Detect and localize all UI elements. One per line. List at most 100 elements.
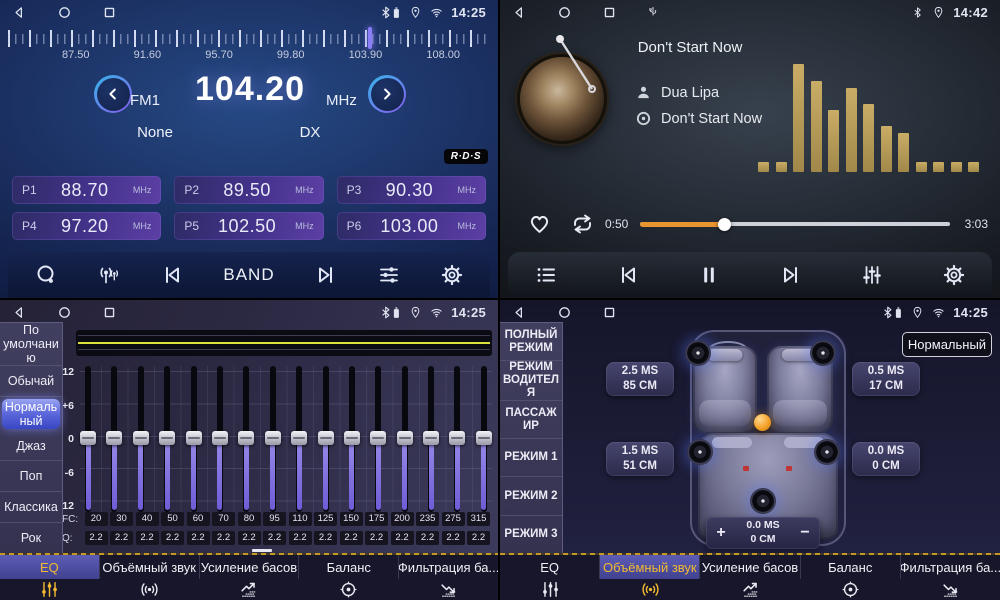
tab-bass-boost[interactable]: Усиление басов: [699, 555, 799, 579]
radio-preset-button[interactable]: P289.50MHz: [174, 176, 323, 204]
progress-thumb[interactable]: [718, 218, 731, 231]
eq-band-slider[interactable]: [397, 366, 413, 512]
eq-band-slider[interactable]: [370, 366, 386, 512]
equalizer-icon[interactable]: [860, 263, 884, 287]
recents-icon[interactable]: [602, 5, 617, 20]
slider-thumb[interactable]: [291, 431, 307, 445]
eq-band-slider[interactable]: [133, 366, 149, 512]
eq-preset-item[interactable]: Классика: [0, 492, 62, 523]
slider-thumb[interactable]: [133, 431, 149, 445]
eq-preset-item[interactable]: Поп: [0, 461, 62, 492]
radio-preset-button[interactable]: P188.70MHz: [12, 176, 161, 204]
frequency-scale[interactable]: 87.5091.6095.7099.80103.90108.00: [8, 30, 490, 66]
slider-thumb[interactable]: [423, 431, 439, 445]
back-icon[interactable]: [12, 305, 27, 320]
next-track-icon[interactable]: [779, 263, 803, 287]
slider-thumb[interactable]: [476, 431, 492, 445]
slider-thumb[interactable]: [80, 431, 96, 445]
slider-thumb[interactable]: [370, 431, 386, 445]
tab-bass-boost[interactable]: Усиление басов: [199, 555, 299, 579]
surround-sound-icon[interactable]: [600, 579, 700, 600]
bass-filter-icon[interactable]: [900, 579, 1000, 600]
eq-band-slider[interactable]: [212, 366, 228, 512]
slider-thumb[interactable]: [106, 431, 122, 445]
back-icon[interactable]: [512, 305, 527, 320]
slider-thumb[interactable]: [344, 431, 360, 445]
increase-delay-button[interactable]: +: [706, 524, 736, 542]
back-icon[interactable]: [12, 5, 27, 20]
seek-next-icon[interactable]: [314, 263, 338, 287]
listening-mode-item[interactable]: ПОЛНЫЙ РЕЖИМ: [500, 323, 562, 361]
slider-thumb[interactable]: [212, 431, 228, 445]
recents-icon[interactable]: [102, 305, 117, 320]
previous-track-icon[interactable]: [616, 263, 640, 287]
eq-preset-item[interactable]: Обычай: [0, 366, 62, 397]
bass-filter-icon[interactable]: [398, 579, 498, 600]
listening-mode-item[interactable]: РЕЖИМ 2: [500, 477, 562, 515]
rear-right-delay-button[interactable]: 0.0 MS 0 CM: [852, 442, 920, 476]
pause-icon[interactable]: [697, 263, 721, 287]
tab-eq-sliders[interactable]: EQ: [0, 555, 99, 579]
tune-up-button[interactable]: [368, 75, 406, 113]
listening-mode-item[interactable]: РЕЖИМ 3: [500, 516, 562, 553]
recents-icon[interactable]: [102, 5, 117, 20]
eq-band-slider[interactable]: [318, 366, 334, 512]
home-icon[interactable]: [557, 5, 572, 20]
broadcast-icon[interactable]: [97, 263, 121, 287]
front-right-delay-button[interactable]: 0.5 MS 17 CM: [852, 362, 920, 396]
scan-search-icon[interactable]: [34, 263, 58, 287]
eq-band-slider[interactable]: [291, 366, 307, 512]
home-icon[interactable]: [57, 305, 72, 320]
front-left-delay-button[interactable]: 2.5 MS 85 CM: [606, 362, 674, 396]
bass-boost-icon[interactable]: [199, 579, 299, 600]
eq-band-slider[interactable]: [106, 366, 122, 512]
radio-preset-button[interactable]: P497.20MHz: [12, 212, 161, 240]
tab-surround-sound[interactable]: Объёмный звук: [599, 555, 699, 579]
eq-band-slider[interactable]: [476, 366, 492, 512]
gear-icon[interactable]: [440, 263, 464, 287]
radio-preset-button[interactable]: P5102.50MHz: [174, 212, 323, 240]
tab-balance[interactable]: Баланс: [800, 555, 900, 579]
rear-left-delay-button[interactable]: 1.5 MS 51 CM: [606, 442, 674, 476]
progress-bar[interactable]: [640, 222, 950, 226]
slider-thumb[interactable]: [186, 431, 202, 445]
tab-eq-sliders[interactable]: EQ: [500, 555, 599, 579]
slider-thumb[interactable]: [397, 431, 413, 445]
slider-thumb[interactable]: [159, 431, 175, 445]
back-icon[interactable]: [512, 5, 527, 20]
eq-band-slider[interactable]: [159, 366, 175, 512]
eq-band-slider[interactable]: [449, 366, 465, 512]
eq-band-slider[interactable]: [238, 366, 254, 512]
seek-previous-icon[interactable]: [160, 263, 184, 287]
radio-preset-button[interactable]: P6103.00MHz: [337, 212, 486, 240]
balance-icon[interactable]: [299, 579, 399, 600]
tab-surround-sound[interactable]: Объёмный звук: [99, 555, 199, 579]
eq-preset-item[interactable]: Нормальный: [2, 399, 60, 429]
eq-sliders-icon[interactable]: [0, 579, 100, 600]
audio-settings-icon[interactable]: [377, 263, 401, 287]
bass-boost-icon[interactable]: [700, 579, 800, 600]
profile-button[interactable]: Нормальный: [902, 332, 992, 357]
tab-balance[interactable]: Баланс: [298, 555, 398, 579]
tab-bass-filter[interactable]: Фильтрация ба...: [398, 555, 498, 579]
home-icon[interactable]: [57, 5, 72, 20]
band-button[interactable]: BAND: [223, 265, 274, 285]
eq-band-slider[interactable]: [423, 366, 439, 512]
tune-down-button[interactable]: [94, 75, 132, 113]
eq-band-slider[interactable]: [186, 366, 202, 512]
slider-thumb[interactable]: [238, 431, 254, 445]
listening-mode-item[interactable]: ПАССАЖИР: [500, 401, 562, 439]
slider-thumb[interactable]: [265, 431, 281, 445]
recents-icon[interactable]: [602, 305, 617, 320]
favorite-icon[interactable]: [527, 211, 552, 236]
playlist-icon[interactable]: [534, 263, 558, 287]
listening-position-marker[interactable]: [754, 414, 771, 431]
listening-mode-item[interactable]: РЕЖИМ 1: [500, 439, 562, 477]
balance-icon[interactable]: [800, 579, 900, 600]
eq-preset-item[interactable]: По умолчанию: [0, 323, 62, 366]
repeat-icon[interactable]: [569, 212, 596, 236]
gear-icon[interactable]: [942, 263, 966, 287]
radio-preset-button[interactable]: P390.30MHz: [337, 176, 486, 204]
surround-sound-icon[interactable]: [100, 579, 200, 600]
eq-band-slider[interactable]: [265, 366, 281, 512]
